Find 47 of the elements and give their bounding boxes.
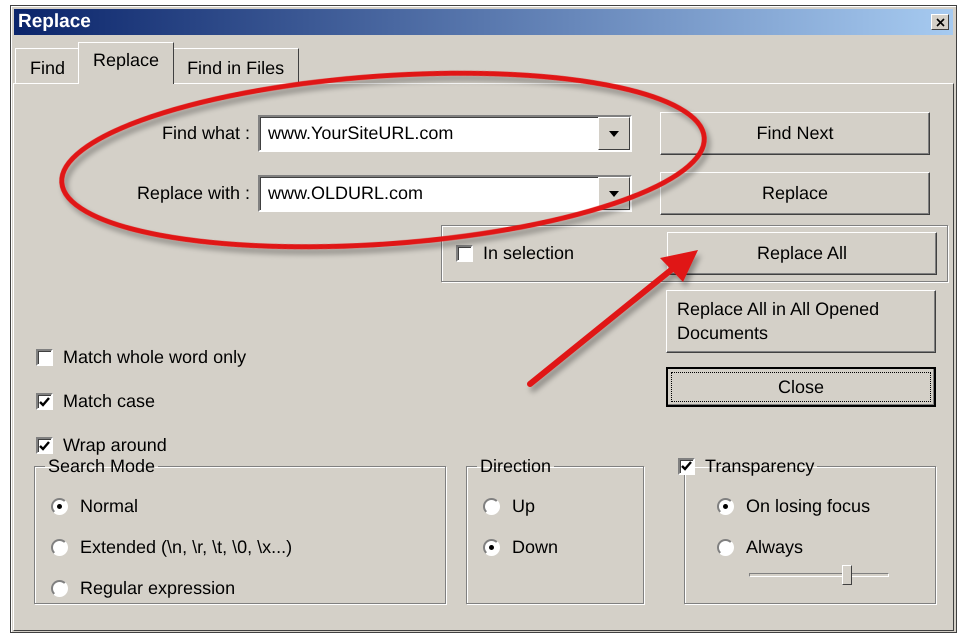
dialog-button[interactable]: Close xyxy=(666,367,936,407)
field-label: Find what : xyxy=(160,122,251,145)
dropdown-button[interactable] xyxy=(598,117,630,150)
combo-box[interactable]: www.OLDURL.com xyxy=(258,175,632,212)
radio-button[interactable] xyxy=(51,498,68,515)
radio-button[interactable] xyxy=(483,498,500,515)
group-title: Search Mode xyxy=(47,457,156,475)
dialog-button[interactable]: Replace xyxy=(660,172,930,215)
radio-label: Normal xyxy=(80,495,138,518)
caret-icon xyxy=(609,190,619,196)
close-icon xyxy=(936,18,944,26)
checkbox-label: In selection xyxy=(483,242,574,265)
checkbox[interactable] xyxy=(678,458,695,474)
window-title: Replace xyxy=(18,10,91,34)
tab[interactable]: Find xyxy=(15,48,80,84)
radio-button[interactable] xyxy=(483,539,500,556)
checkbox-label: Wrap around xyxy=(63,434,167,457)
field-label: Replace with : xyxy=(136,182,251,205)
close-button[interactable] xyxy=(931,14,949,30)
combo-box[interactable]: www.YourSiteURL.com xyxy=(258,115,632,152)
radio-label: Always xyxy=(746,536,804,559)
radio-label: Regular expression xyxy=(80,577,236,600)
checkbox[interactable] xyxy=(36,437,53,454)
tab[interactable]: Replace xyxy=(78,42,174,84)
radio-label: On losing focus xyxy=(746,495,870,518)
radio-label: Up xyxy=(512,495,536,518)
input-field[interactable]: www.YourSiteURL.com xyxy=(260,117,598,150)
checkbox-label: Transparency xyxy=(705,457,814,475)
radio-button[interactable] xyxy=(717,498,734,515)
input-field[interactable]: www.OLDURL.com xyxy=(260,177,598,210)
dialog-button[interactable]: Replace All in All Opened Documents xyxy=(666,290,936,353)
checkbox[interactable] xyxy=(36,349,53,366)
tab[interactable]: Find in Files xyxy=(172,48,300,84)
radio-button[interactable] xyxy=(51,580,68,597)
radio-button[interactable] xyxy=(51,539,68,556)
group-title: Direction xyxy=(479,457,552,475)
dialog-button[interactable]: Replace All xyxy=(667,232,937,275)
checkbox[interactable] xyxy=(456,245,473,262)
slider-thumb[interactable] xyxy=(842,565,852,585)
checkbox[interactable] xyxy=(36,393,53,410)
radio-label: Down xyxy=(512,536,558,559)
dialog-button[interactable]: Find Next xyxy=(660,112,930,155)
radio-label: Extended (\n, \r, \t, \0, \x...) xyxy=(80,536,292,559)
radio-button[interactable] xyxy=(717,539,734,556)
checkbox-label: Match case xyxy=(63,390,156,413)
caret-icon xyxy=(609,130,619,136)
checkbox-label: Match whole word only xyxy=(63,346,246,369)
